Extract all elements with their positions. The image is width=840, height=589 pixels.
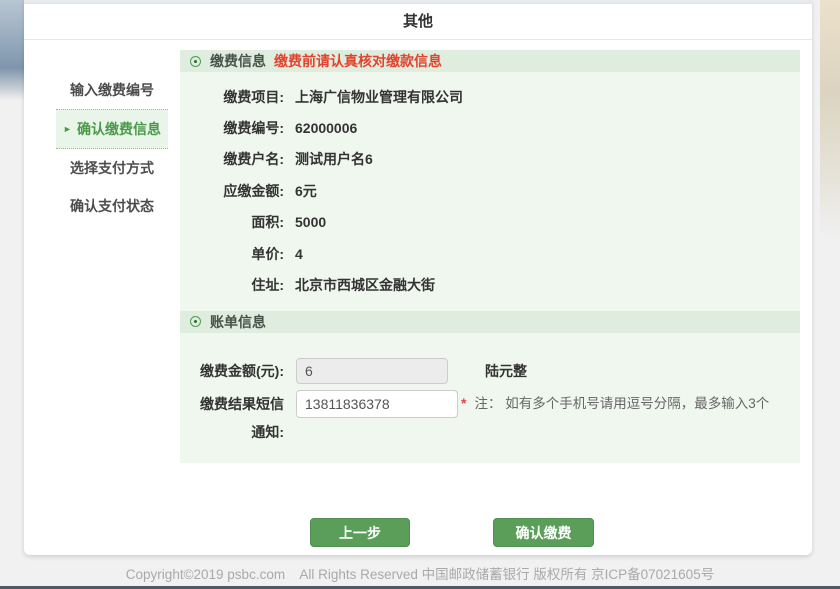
bullseye-icon <box>190 316 201 327</box>
sms-phone-input[interactable] <box>296 390 458 418</box>
page: 其他 输入缴费编号 ► 确认缴费信息 选择支付方式 确认支付状态 缴费信息 缴费前… <box>0 0 840 589</box>
page-header: 其他 <box>24 4 812 40</box>
step-enter-payment-number[interactable]: 输入缴费编号 <box>56 71 168 109</box>
field-value: 6元 <box>295 181 317 201</box>
arrow-right-icon: ► <box>63 124 72 134</box>
bullseye-icon <box>190 56 201 67</box>
field-value: 4 <box>295 246 303 262</box>
bill-info-header: 账单信息 <box>180 311 800 333</box>
amount-row: 缴费金额(元): 陆元整 <box>180 358 800 384</box>
field-label: 单价: <box>180 244 284 264</box>
page-title: 其他 <box>403 13 433 30</box>
info-row-account-name: 缴费户名: 测试用户名6 <box>180 144 800 175</box>
background-photo-right <box>820 0 840 240</box>
info-row-project: 缴费项目: 上海广信物业管理有限公司 <box>180 81 800 112</box>
bill-info-title: 账单信息 <box>210 312 266 332</box>
sms-note-text: 注： 如有多个手机号请用逗号分隔，最多输入3个 <box>474 390 769 418</box>
payment-info-header: 缴费信息 缴费前请认真核对缴款信息 <box>180 50 800 72</box>
field-label: 缴费户名: <box>180 149 284 169</box>
bill-info-body: 缴费金额(元): 陆元整 缴费结果短信 通知: * 注： 如有多个手机号请用逗号… <box>180 333 800 463</box>
sms-label: 缴费结果短信 通知: <box>180 390 284 446</box>
field-value: 5000 <box>295 214 326 230</box>
info-row-area: 面积: 5000 <box>180 207 800 238</box>
field-value: 上海广信物业管理有限公司 <box>295 87 463 107</box>
step-confirm-payment-info[interactable]: ► 确认缴费信息 <box>56 109 168 149</box>
amount-label: 缴费金额(元): <box>180 361 284 381</box>
required-asterisk: * <box>461 390 466 416</box>
field-value: 62000006 <box>295 120 357 136</box>
info-row-amount-due: 应缴金额: 6元 <box>180 175 800 206</box>
steps-sidebar: 输入缴费编号 ► 确认缴费信息 选择支付方式 确认支付状态 <box>56 71 168 225</box>
info-row-unit-price: 单价: 4 <box>180 238 800 269</box>
field-label: 缴费编号: <box>180 118 284 138</box>
step-confirm-payment-status[interactable]: 确认支付状态 <box>56 187 168 225</box>
background-photo-left <box>0 0 24 100</box>
payment-amount-input[interactable] <box>296 358 448 384</box>
content-panel: 其他 输入缴费编号 ► 确认缴费信息 选择支付方式 确认支付状态 缴费信息 缴费前… <box>24 0 812 555</box>
sms-label-line2: 通知: <box>180 418 284 446</box>
field-value: 北京市西城区金融大街 <box>295 275 435 295</box>
step-choose-payment-method[interactable]: 选择支付方式 <box>56 149 168 187</box>
previous-step-button[interactable]: 上一步 <box>310 518 410 547</box>
info-row-payment-number: 缴费编号: 62000006 <box>180 112 800 143</box>
main-content: 缴费信息 缴费前请认真核对缴款信息 缴费项目: 上海广信物业管理有限公司 缴费编… <box>180 50 800 463</box>
confirm-payment-button[interactable]: 确认缴费 <box>493 518 594 547</box>
field-value: 测试用户名6 <box>295 149 373 169</box>
footer-copyright: Copyright©2019 psbc.com All Rights Reser… <box>0 563 840 583</box>
field-label: 应缴金额: <box>180 181 284 201</box>
amount-in-words: 陆元整 <box>485 361 527 381</box>
verify-warning-text: 缴费前请认真核对缴款信息 <box>274 51 442 71</box>
payment-info-title: 缴费信息 <box>210 51 266 71</box>
field-label: 缴费项目: <box>180 87 284 107</box>
info-row-address: 住址: 北京市西城区金融大街 <box>180 269 800 300</box>
field-label: 住址: <box>180 275 284 295</box>
field-label: 面积: <box>180 212 284 232</box>
sms-label-line1: 缴费结果短信 <box>180 390 284 418</box>
payment-info-body: 缴费项目: 上海广信物业管理有限公司 缴费编号: 62000006 缴费户名: … <box>180 72 800 311</box>
sms-row: 缴费结果短信 通知: * 注： 如有多个手机号请用逗号分隔，最多输入3个 <box>180 390 800 446</box>
step-label: 确认缴费信息 <box>77 121 161 137</box>
